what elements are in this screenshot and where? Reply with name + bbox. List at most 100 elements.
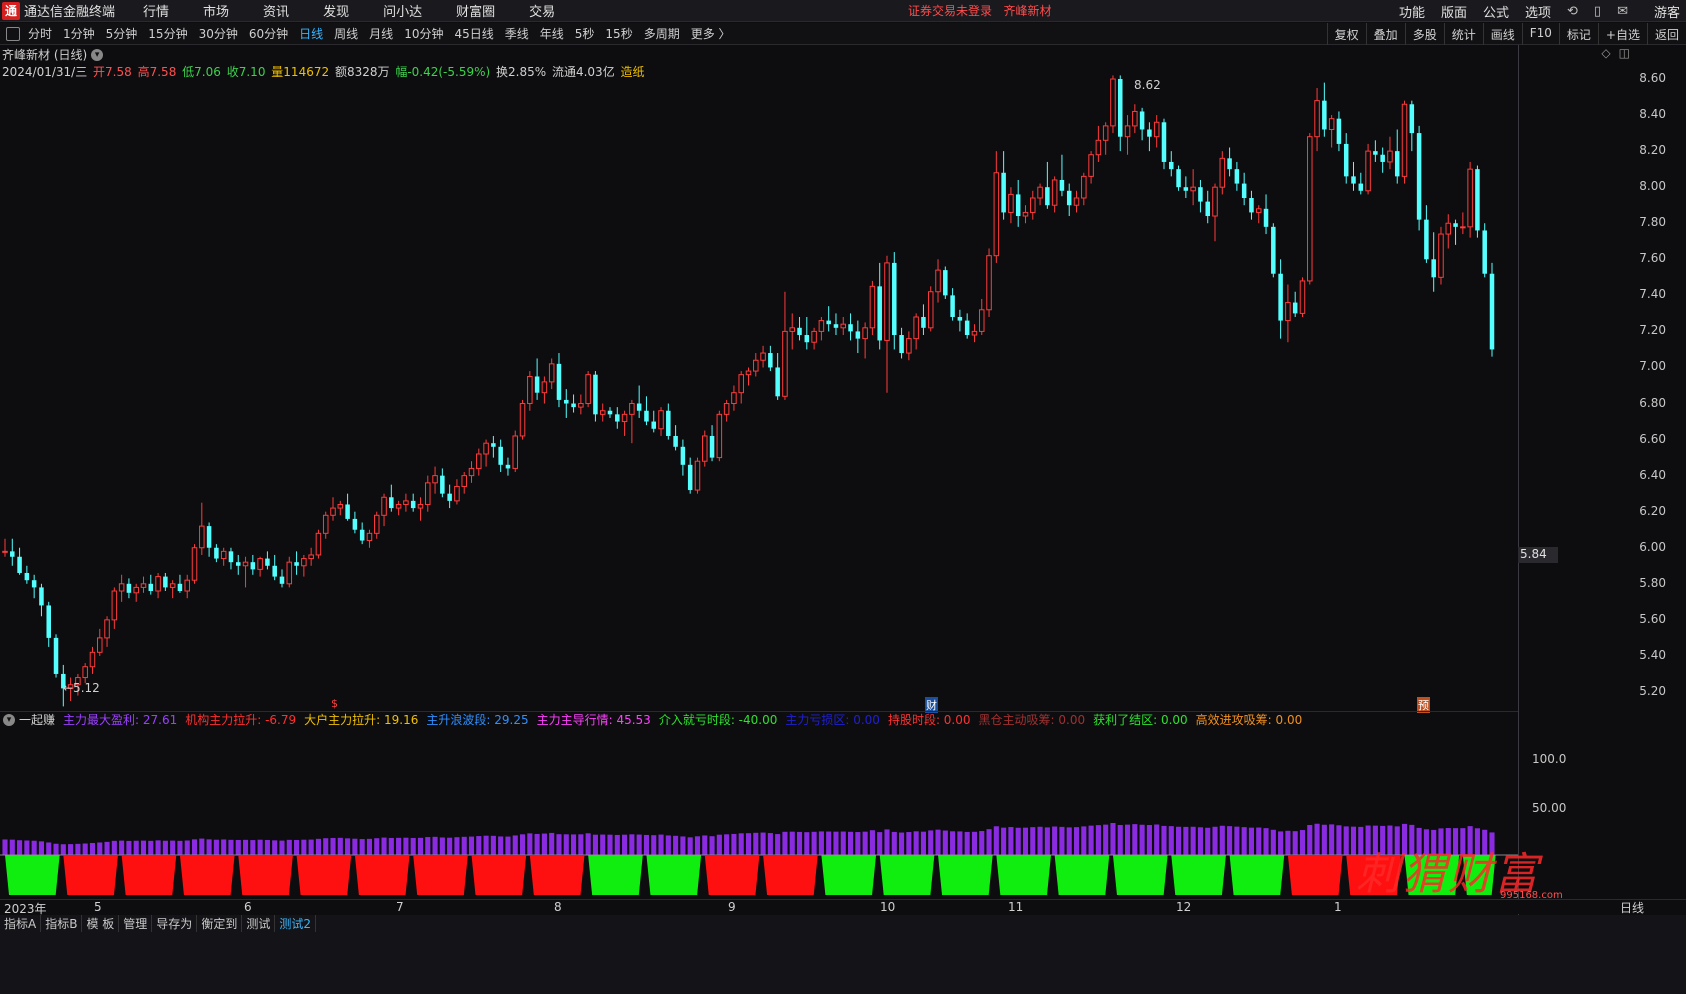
candle[interactable] — [818, 316, 825, 341]
candle[interactable] — [1409, 100, 1415, 152]
candle[interactable] — [731, 385, 737, 411]
candle[interactable] — [673, 425, 678, 451]
candle[interactable] — [1336, 111, 1342, 152]
candle[interactable] — [381, 493, 387, 527]
mail-icon[interactable]: ✉ — [1617, 4, 1628, 19]
tool-statistics[interactable]: 统计 — [1443, 23, 1483, 45]
candle[interactable] — [1095, 125, 1102, 162]
candle[interactable] — [491, 435, 496, 458]
candle[interactable] — [163, 572, 168, 592]
event-mark-dividend[interactable]: $ — [331, 697, 338, 710]
candle[interactable] — [359, 522, 365, 545]
candle[interactable] — [1212, 183, 1218, 242]
candle[interactable] — [1299, 277, 1306, 317]
candle[interactable] — [1045, 161, 1050, 209]
candle[interactable] — [666, 403, 671, 440]
candle[interactable] — [10, 538, 15, 566]
candle[interactable] — [753, 353, 759, 377]
indicator-chart[interactable] — [0, 727, 1518, 899]
candle[interactable] — [709, 425, 715, 462]
candle[interactable] — [877, 262, 882, 350]
candle[interactable] — [1030, 190, 1036, 220]
candle[interactable] — [1124, 115, 1131, 155]
candle[interactable] — [935, 259, 941, 303]
candle[interactable] — [811, 327, 817, 350]
candle[interactable] — [214, 544, 219, 563]
period-5min[interactable]: 5分钟 — [106, 25, 138, 42]
candle[interactable] — [315, 529, 322, 559]
candle[interactable] — [1401, 100, 1408, 184]
candle[interactable] — [651, 410, 656, 433]
candle[interactable] — [1001, 151, 1006, 220]
candle[interactable] — [892, 252, 897, 350]
candle[interactable] — [286, 556, 293, 588]
candle[interactable] — [82, 663, 88, 683]
period-monthly[interactable]: 月线 — [369, 25, 393, 42]
candle[interactable] — [104, 616, 110, 647]
candle[interactable] — [621, 410, 628, 436]
candle[interactable] — [848, 313, 853, 341]
candle[interactable] — [322, 511, 329, 539]
tool-adjust[interactable]: 复权 — [1326, 23, 1366, 45]
candle[interactable] — [1249, 190, 1254, 220]
candle[interactable] — [191, 544, 198, 584]
candle[interactable] — [1073, 190, 1080, 213]
candle[interactable] — [1059, 154, 1065, 197]
candle[interactable] — [1394, 129, 1400, 184]
candle[interactable] — [330, 497, 336, 521]
candle[interactable] — [272, 554, 277, 581]
candle[interactable] — [599, 403, 606, 422]
guest-user[interactable]: 游客 — [1654, 2, 1680, 21]
candle[interactable] — [768, 345, 773, 372]
candle[interactable] — [31, 574, 37, 599]
period-60min[interactable]: 60分钟 — [249, 25, 288, 42]
candle[interactable] — [228, 547, 234, 570]
candle[interactable] — [826, 306, 831, 332]
candle[interactable] — [782, 291, 788, 400]
candle[interactable] — [53, 634, 59, 678]
candle[interactable] — [250, 554, 256, 575]
candle[interactable] — [425, 475, 431, 512]
candle[interactable] — [337, 500, 344, 516]
candle[interactable] — [615, 407, 620, 429]
candle[interactable] — [862, 322, 868, 359]
candle[interactable] — [1307, 133, 1313, 285]
candle[interactable] — [505, 457, 511, 476]
menu-layout[interactable]: 版面 — [1441, 2, 1467, 21]
menu-formula[interactable]: 公式 — [1483, 2, 1509, 21]
candle[interactable] — [308, 547, 314, 566]
candle[interactable] — [943, 266, 948, 299]
candle[interactable] — [804, 316, 810, 350]
candle[interactable] — [1051, 176, 1058, 213]
candle[interactable] — [1169, 151, 1174, 177]
candle[interactable] — [39, 583, 44, 617]
candle[interactable] — [483, 439, 489, 467]
candle[interactable] — [1022, 205, 1029, 224]
candle[interactable] — [556, 353, 562, 408]
candle[interactable] — [1358, 172, 1364, 195]
candle[interactable] — [1482, 223, 1487, 278]
candle[interactable] — [629, 399, 635, 444]
candle[interactable] — [775, 353, 780, 400]
candle[interactable] — [1438, 226, 1444, 285]
candle[interactable] — [636, 385, 642, 418]
candle[interactable] — [498, 439, 503, 473]
candle[interactable] — [1263, 194, 1269, 235]
refresh-icon[interactable]: ⟲ — [1567, 4, 1578, 19]
period-5sec[interactable]: 5秒 — [575, 25, 595, 42]
candle[interactable] — [140, 576, 147, 593]
candle[interactable] — [1066, 183, 1072, 217]
candle[interactable] — [1102, 122, 1109, 155]
candle[interactable] — [97, 628, 103, 656]
tool-draw-line[interactable]: 画线 — [1482, 23, 1522, 45]
candlestick-chart[interactable] — [0, 70, 1518, 710]
candle[interactable] — [869, 280, 876, 336]
candle[interactable] — [345, 493, 350, 521]
candle[interactable] — [1387, 136, 1393, 170]
candle[interactable] — [169, 580, 176, 599]
period-30min[interactable]: 30分钟 — [199, 25, 238, 42]
candle[interactable] — [578, 394, 584, 415]
candle[interactable] — [1176, 165, 1181, 191]
candle[interactable] — [534, 358, 540, 400]
candle[interactable] — [417, 497, 424, 521]
